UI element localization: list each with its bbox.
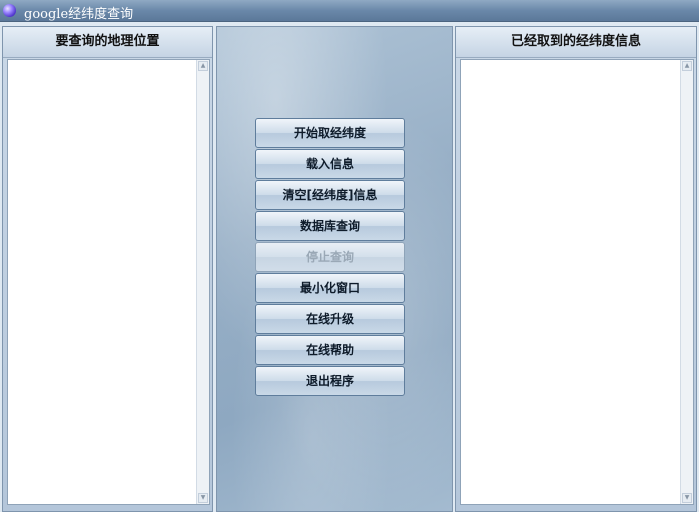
results-textarea[interactable]: ▲ ▼	[460, 59, 694, 505]
app-icon	[3, 4, 16, 17]
left-panel: 要查询的地理位置 ▲ ▼	[2, 26, 213, 512]
right-panel-header: 已经取到的经纬度信息	[456, 27, 696, 58]
scroll-down-icon[interactable]: ▼	[198, 493, 208, 503]
left-panel-header: 要查询的地理位置	[3, 27, 212, 58]
database-query-button[interactable]: 数据库查询	[255, 211, 405, 241]
start-fetch-button[interactable]: 开始取经纬度	[255, 118, 405, 148]
exit-program-button[interactable]: 退出程序	[255, 366, 405, 396]
window-title: google经纬度查询	[24, 7, 134, 22]
right-panel: 已经取到的经纬度信息 ▲ ▼	[455, 26, 697, 512]
right-scrollbar[interactable]: ▲ ▼	[680, 60, 693, 504]
online-help-button[interactable]: 在线帮助	[255, 335, 405, 365]
location-input-textarea[interactable]: ▲ ▼	[7, 59, 210, 505]
clear-info-button[interactable]: 清空[经纬度]信息	[255, 180, 405, 210]
scroll-down-icon[interactable]: ▼	[682, 493, 692, 503]
load-info-button[interactable]: 载入信息	[255, 149, 405, 179]
online-upgrade-button[interactable]: 在线升级	[255, 304, 405, 334]
button-panel: 开始取经纬度 载入信息 清空[经纬度]信息 数据库查询 停止查询 最小化窗口 在…	[216, 26, 453, 512]
minimize-window-button[interactable]: 最小化窗口	[255, 273, 405, 303]
left-scrollbar[interactable]: ▲ ▼	[196, 60, 209, 504]
scroll-up-icon[interactable]: ▲	[198, 61, 208, 71]
stop-query-button[interactable]: 停止查询	[255, 242, 405, 272]
scroll-up-icon[interactable]: ▲	[682, 61, 692, 71]
title-bar: google经纬度查询	[0, 0, 699, 22]
